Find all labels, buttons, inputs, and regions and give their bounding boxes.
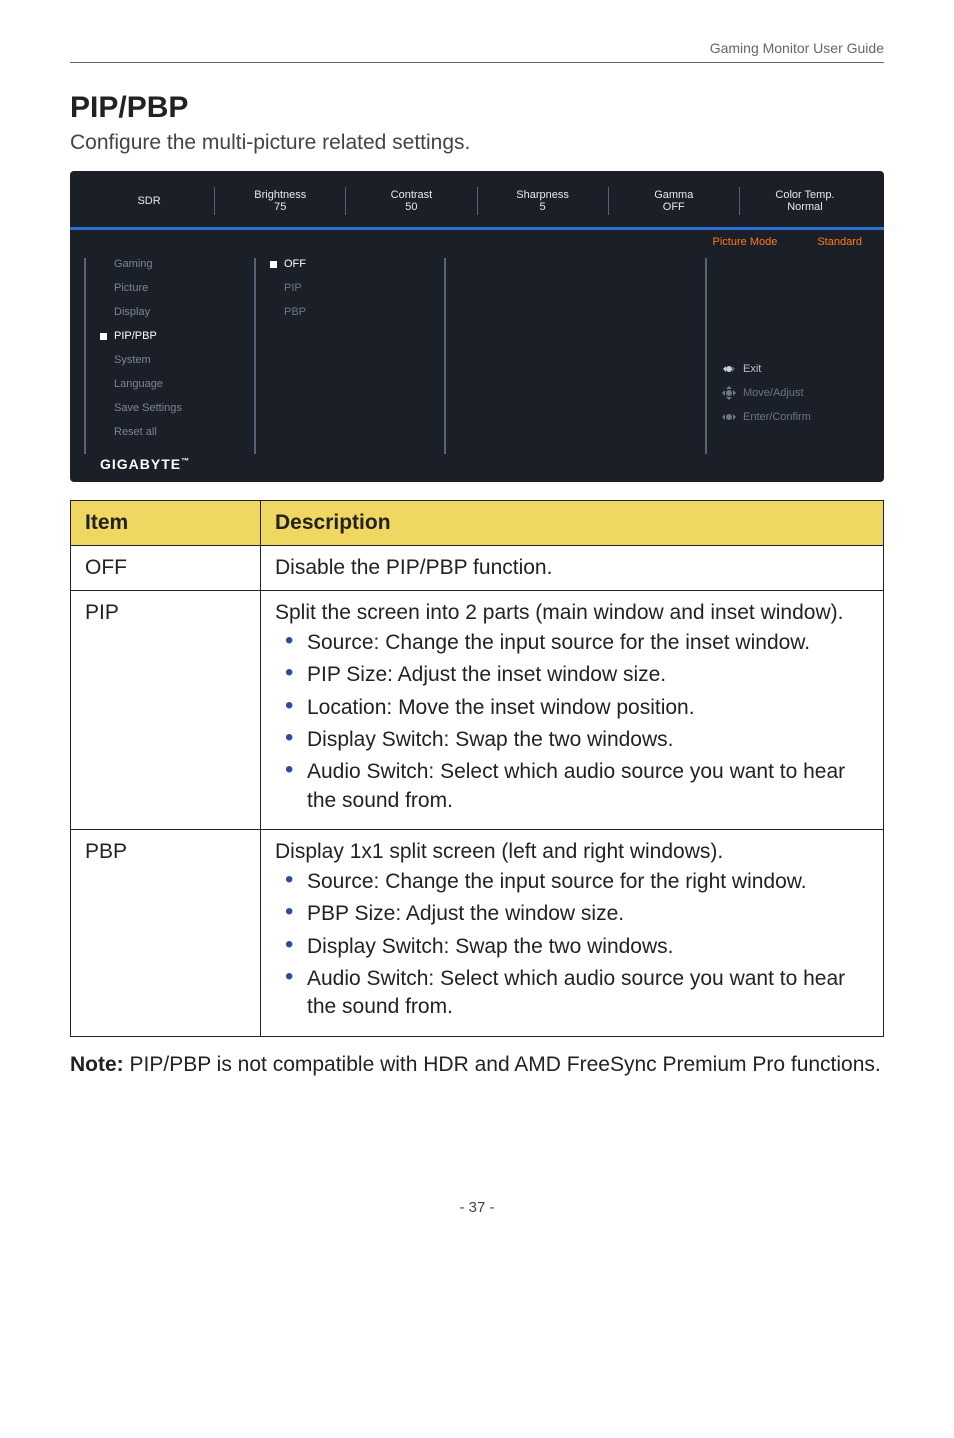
osd-nav-gaming[interactable]: Gaming — [100, 252, 238, 276]
osd-nav-system[interactable]: System — [100, 348, 238, 372]
table-row: PIP Split the screen into 2 parts (main … — [71, 591, 884, 830]
osd-hint-label: Enter/Confirm — [743, 411, 811, 423]
osd-nav-picture[interactable]: Picture — [100, 276, 238, 300]
osd-status-label: Color Temp. — [740, 189, 870, 201]
list-item: Display Switch: Swap the two windows. — [279, 933, 869, 961]
table-head-description: Description — [261, 501, 884, 546]
table-item-pip: PIP — [71, 591, 261, 830]
list-item: PIP Size: Adjust the inset window size. — [279, 661, 869, 689]
osd-status-label: SDR — [84, 195, 214, 207]
table-head-item: Item — [71, 501, 261, 546]
osd-status-brightness: Brightness 75 — [215, 185, 345, 217]
osd-picture-mode-label: Picture Mode — [713, 236, 778, 248]
table-desc-pip: Split the screen into 2 parts (main wind… — [261, 591, 884, 830]
note-label: Note: — [70, 1053, 124, 1076]
osd-status-bar: SDR Brightness 75 Contrast 50 Sharpness … — [84, 185, 870, 217]
osd-option-off[interactable]: OFF — [270, 252, 428, 276]
osd-nav-language[interactable]: Language — [100, 372, 238, 396]
description-table: Item Description OFF Disable the PIP/PBP… — [70, 500, 884, 1037]
osd-nav-display[interactable]: Display — [100, 300, 238, 324]
list-item: Source: Change the input source for the … — [279, 629, 869, 657]
osd-hint-move: Move/Adjust — [721, 381, 866, 405]
list-item: PBP Size: Adjust the window size. — [279, 900, 869, 928]
list-item: Display Switch: Swap the two windows. — [279, 726, 869, 754]
osd-status-sdr: SDR — [84, 191, 214, 211]
list-item: Location: Move the inset window position… — [279, 694, 869, 722]
pip-bullets: Source: Change the input source for the … — [275, 629, 869, 815]
osd-nav-save[interactable]: Save Settings — [100, 396, 238, 420]
osd-body: Gaming Picture Display PIP/PBP System La… — [84, 252, 870, 472]
osd-status-value: OFF — [609, 201, 739, 213]
note-paragraph: Note: PIP/PBP is not compatible with HDR… — [70, 1051, 884, 1079]
osd-col-divider — [444, 258, 446, 454]
osd-status-value: 75 — [215, 201, 345, 213]
osd-nav-column: Gaming Picture Display PIP/PBP System La… — [84, 252, 254, 472]
section-title: PIP/PBP — [70, 91, 884, 125]
osd-hint-exit: Exit — [721, 357, 866, 381]
osd-hint-label: Move/Adjust — [743, 387, 804, 399]
osd-option-pbp[interactable]: PBP — [270, 300, 428, 324]
table-item-off: OFF — [71, 546, 261, 591]
pbp-bullets: Source: Change the input source for the … — [275, 868, 869, 1022]
pbp-intro: Display 1x1 split screen (left and right… — [275, 840, 869, 864]
list-item: Audio Switch: Select which audio source … — [279, 965, 869, 1022]
osd-picture-mode-row: Picture Mode Standard — [84, 230, 870, 252]
osd-status-value: 50 — [346, 201, 476, 213]
osd-spacer — [614, 252, 705, 472]
osd-status-colortemp: Color Temp. Normal — [740, 185, 870, 217]
osd-option-pip[interactable]: PIP — [270, 276, 428, 300]
table-row: PBP Display 1x1 split screen (left and r… — [71, 830, 884, 1037]
osd-nav-pippbp[interactable]: PIP/PBP — [100, 324, 238, 348]
osd-status-value: 5 — [478, 201, 608, 213]
osd-picture-mode-value: Standard — [817, 236, 862, 248]
osd-status-contrast: Contrast 50 — [346, 185, 476, 217]
osd-options-column: OFF PIP PBP — [254, 252, 444, 472]
table-header-row: Item Description — [71, 501, 884, 546]
list-item: Source: Change the input source for the … — [279, 868, 869, 896]
joystick-updown-icon — [721, 385, 737, 401]
osd-col-divider — [705, 258, 707, 454]
osd-status-label: Brightness — [215, 189, 345, 201]
section-description: Configure the multi-picture related sett… — [70, 131, 884, 155]
osd-status-label: Gamma — [609, 189, 739, 201]
page-header: Gaming Monitor User Guide — [70, 40, 884, 62]
osd-col-divider — [84, 258, 86, 454]
table-row: OFF Disable the PIP/PBP function. — [71, 546, 884, 591]
osd-status-value: Normal — [740, 201, 870, 213]
osd-sub-column — [444, 252, 614, 472]
table-desc-off: Disable the PIP/PBP function. — [261, 546, 884, 591]
osd-status-sharpness: Sharpness 5 — [478, 185, 608, 217]
osd-hints-column: Exit Move/Adjust Enter/Confirm — [705, 252, 870, 472]
osd-status-label: Contrast — [346, 189, 476, 201]
header-separator — [70, 62, 884, 63]
joystick-press-icon — [721, 409, 737, 425]
osd-status-gamma: Gamma OFF — [609, 185, 739, 217]
osd-col-divider — [254, 258, 256, 454]
osd-hint-label: Exit — [743, 363, 761, 375]
osd-status-label: Sharpness — [478, 189, 608, 201]
list-item: Audio Switch: Select which audio source … — [279, 758, 869, 815]
osd-brand-logo: GIGABYTE™ — [100, 456, 238, 472]
note-text: PIP/PBP is not compatible with HDR and A… — [124, 1053, 881, 1076]
osd-nav-reset[interactable]: Reset all — [100, 420, 238, 444]
joystick-left-icon — [721, 361, 737, 377]
osd-panel: SDR Brightness 75 Contrast 50 Sharpness … — [70, 171, 884, 482]
table-item-pbp: PBP — [71, 830, 261, 1037]
page-number: - 37 - — [70, 1199, 884, 1216]
osd-hint-enter: Enter/Confirm — [721, 405, 866, 429]
pip-intro: Split the screen into 2 parts (main wind… — [275, 601, 869, 625]
table-desc-pbp: Display 1x1 split screen (left and right… — [261, 830, 884, 1037]
